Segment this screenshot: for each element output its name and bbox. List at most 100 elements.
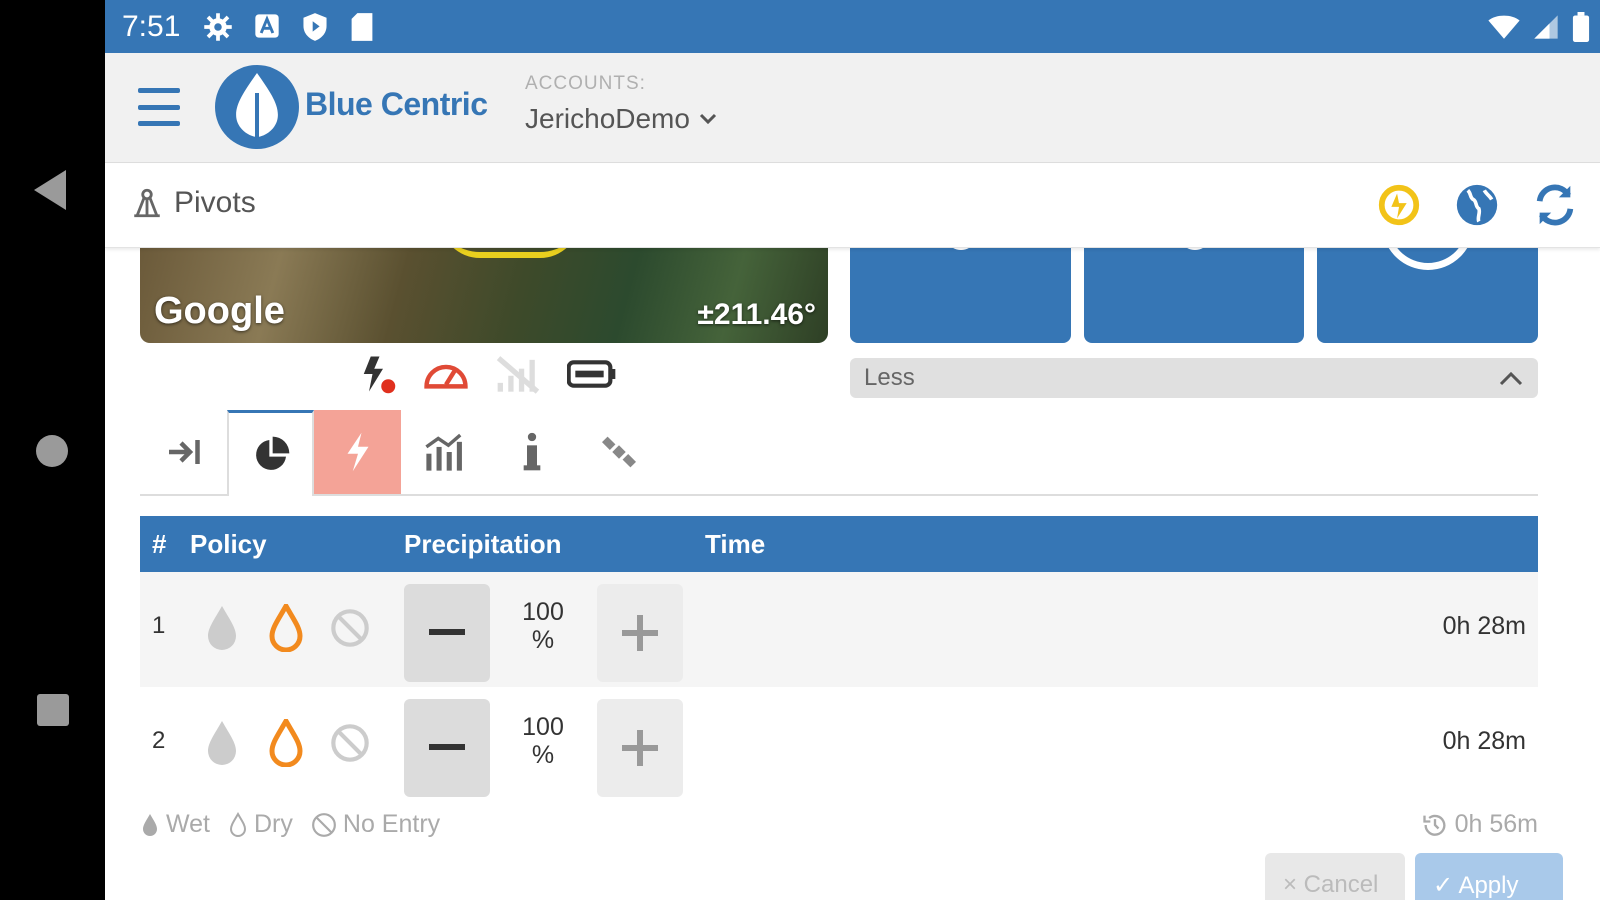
dry-drop-icon[interactable] — [266, 604, 306, 652]
account-name: JerichoDemo — [525, 103, 690, 134]
back-icon[interactable] — [34, 170, 66, 210]
map-view[interactable]: Google ±211.46° — [140, 248, 828, 343]
home-icon[interactable] — [36, 435, 68, 467]
precipitation-value: 100 % — [502, 713, 584, 769]
toolbar-actions — [1374, 180, 1580, 230]
col-num: # — [152, 529, 167, 559]
total-time-value: 0h 56m — [1454, 810, 1538, 838]
table-row: 1 100 % 0h 28m — [140, 572, 1538, 687]
pivot-detail: Google ±211.46° Less # Policy Precipitat… — [105, 248, 1600, 900]
dry-drop-icon — [229, 811, 247, 837]
sd-card-icon — [351, 13, 373, 41]
refresh-icon — [1536, 184, 1574, 226]
precipitation-value: 100 % — [502, 598, 584, 654]
table-header: # Policy Precipitation Time — [140, 516, 1538, 572]
info-icon — [523, 432, 540, 471]
col-policy: Policy — [190, 529, 267, 559]
policy-table: # Policy Precipitation Time 1 100 % 0h 2… — [140, 516, 1538, 802]
precipitation-number: 100 — [522, 713, 564, 741]
recent-apps-icon[interactable] — [37, 694, 69, 726]
history-icon — [1422, 814, 1446, 836]
legend-no-entry-label: No Entry — [342, 810, 441, 838]
app-screen: 7:51 Blue Centric ACCOUNTS: JerichoDemo — [105, 0, 1600, 900]
legend-dry-label: Dry — [254, 810, 293, 838]
cancel-button[interactable]: × Cancel — [1265, 853, 1405, 900]
tile-3-icon — [1382, 248, 1475, 270]
pie-chart-icon — [255, 436, 289, 470]
precipitation-unit: % — [531, 626, 555, 654]
legend-no-entry: No Entry — [311, 810, 440, 839]
accounts-label: ACCOUNTS: — [525, 73, 646, 94]
legend-wet: Wet — [140, 810, 210, 839]
account-dropdown[interactable]: JerichoDemo — [525, 103, 718, 135]
increase-button[interactable] — [597, 584, 683, 682]
no-signal-icon — [496, 356, 540, 394]
status-system-icons — [1488, 12, 1590, 42]
chevron-down-icon — [699, 113, 717, 125]
minus-icon — [429, 629, 465, 635]
tab-power[interactable] — [314, 410, 401, 494]
legend-dry: Dry — [228, 810, 293, 839]
refresh-button[interactable] — [1530, 180, 1580, 230]
pivot-arc — [440, 248, 580, 258]
tile-1-icon — [945, 248, 977, 250]
plus-icon — [622, 730, 658, 766]
decrease-button[interactable] — [404, 584, 490, 682]
increase-button[interactable] — [597, 699, 683, 797]
dry-drop-icon[interactable] — [266, 719, 306, 767]
control-tile-1[interactable] — [850, 248, 1071, 343]
minus-icon — [429, 744, 465, 750]
collapse-arrow-icon — [168, 440, 200, 464]
cell-signal-icon — [1534, 15, 1558, 39]
tab-policy[interactable] — [227, 410, 314, 496]
control-tile-2[interactable] — [1083, 248, 1305, 343]
no-entry-icon — [311, 812, 336, 837]
apply-button[interactable]: ✓ Apply — [1415, 853, 1563, 900]
col-precipitation: Precipitation — [404, 529, 562, 559]
pivot-icon — [134, 188, 160, 218]
wet-drop-icon — [143, 813, 157, 836]
row-time: 0h 28m — [1442, 612, 1526, 640]
tile-2-icon — [1178, 248, 1211, 250]
table-row: 2 100 % 0h 28m — [140, 687, 1538, 802]
no-entry-icon[interactable] — [330, 604, 370, 652]
no-entry-icon[interactable] — [330, 719, 370, 767]
page-title: Pivots — [130, 186, 256, 220]
precipitation-number: 100 — [522, 598, 564, 626]
row-time: 0h 28m — [1442, 727, 1526, 755]
decrease-button[interactable] — [404, 699, 490, 797]
tab-satellite[interactable] — [575, 410, 662, 494]
power-alert-icon — [363, 356, 396, 394]
a-box-icon — [255, 14, 279, 38]
less-label: Less — [864, 364, 915, 391]
control-tile-3[interactable] — [1317, 248, 1539, 343]
row-number: 1 — [152, 612, 166, 639]
wet-drop-icon[interactable] — [202, 604, 242, 652]
page-title-text: Pivots — [174, 186, 256, 219]
map-attribution: Google — [154, 290, 285, 332]
tab-analytics[interactable] — [401, 410, 488, 494]
shield-play-icon — [303, 13, 327, 41]
status-notification-icons — [203, 12, 375, 42]
menu-icon[interactable] — [138, 88, 180, 126]
brand-name: Blue Centric — [305, 86, 488, 122]
globe-icon — [1456, 184, 1498, 226]
control-tiles — [850, 248, 1539, 343]
globe-button[interactable] — [1452, 180, 1502, 230]
tab-collapse[interactable] — [140, 410, 227, 494]
precipitation-unit: % — [531, 741, 555, 769]
wifi-icon — [1488, 15, 1520, 39]
battery-status-icon — [567, 360, 616, 388]
detail-tabs — [140, 410, 1538, 496]
satellite-icon — [601, 436, 636, 468]
tab-info[interactable] — [488, 410, 575, 494]
page-toolbar: Pivots — [105, 164, 1600, 248]
less-toggle[interactable]: Less — [850, 358, 1538, 398]
app-header: Blue Centric ACCOUNTS: JerichoDemo — [105, 53, 1600, 163]
col-time: Time — [705, 529, 766, 559]
android-nav-bar — [0, 0, 105, 900]
settings-icon — [204, 13, 232, 41]
pivot-status-button[interactable] — [1374, 180, 1424, 230]
wet-drop-icon[interactable] — [202, 719, 242, 767]
row-number: 2 — [152, 727, 166, 754]
